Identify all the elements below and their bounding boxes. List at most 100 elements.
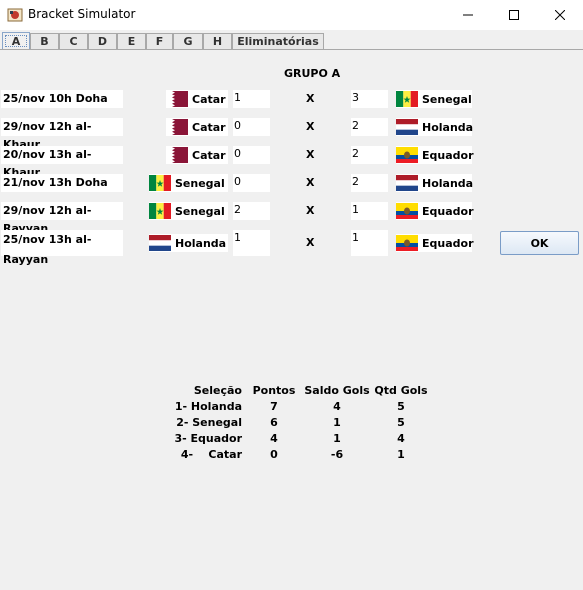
table-row: 3- Equador 4 1 4	[160, 430, 430, 446]
col-header: Pontos	[252, 383, 296, 397]
goal-diff-cell: -6	[330, 447, 344, 461]
maximize-button[interactable]	[491, 0, 537, 30]
table-row: 1- Holanda 7 4 5	[160, 398, 430, 414]
tab-eliminatorias[interactable]: Eliminatórias	[232, 33, 324, 49]
away-team: Equador	[396, 202, 474, 220]
home-team: Catar	[166, 146, 228, 164]
home-team: Catar	[166, 118, 228, 136]
qatar-flag-icon	[166, 119, 188, 135]
home-score-input[interactable]: 0	[233, 174, 270, 192]
tab-c[interactable]: C	[59, 33, 88, 49]
home-team: Holanda	[149, 234, 228, 252]
standings-table: Seleção Pontos Saldo Gols Qtd Gols 1- Ho…	[160, 382, 430, 462]
col-header: Saldo Gols	[304, 383, 370, 397]
points-cell: 0	[270, 447, 278, 461]
tab-f[interactable]: F	[146, 33, 173, 49]
home-team: Senegal	[149, 174, 228, 192]
away-team-name: Holanda	[422, 176, 474, 190]
home-score-input[interactable]: 0	[233, 118, 270, 136]
team-cell: 3- Equador	[174, 431, 242, 445]
away-score-input[interactable]: 1	[351, 202, 388, 220]
tab-e[interactable]: E	[117, 33, 146, 49]
versus-label: X	[306, 92, 315, 105]
match-venue: 29/nov 12h al-Khaur	[1, 118, 123, 151]
senegal-flag-icon	[149, 203, 171, 219]
minimize-icon	[463, 14, 473, 16]
match-venue: 29/nov 12h al-Rayyan	[1, 202, 123, 235]
away-team-name: Holanda	[422, 120, 474, 134]
senegal-flag-icon	[396, 91, 418, 107]
away-team-name: Equador	[422, 148, 474, 162]
goals-cell: 5	[397, 415, 405, 429]
app-icon	[7, 8, 23, 22]
ecuador-flag-icon	[396, 147, 418, 163]
ecuador-flag-icon	[396, 203, 418, 219]
versus-label: X	[306, 120, 315, 133]
versus-label: X	[306, 148, 315, 161]
points-cell: 6	[270, 415, 278, 429]
away-score-input[interactable]: 1	[351, 230, 388, 256]
maximize-icon	[509, 10, 519, 20]
goal-diff-cell: 1	[333, 431, 341, 445]
versus-label: X	[306, 236, 315, 249]
tab-d[interactable]: D	[88, 33, 117, 49]
home-score-input[interactable]: 2	[233, 202, 270, 220]
ecuador-flag-icon	[396, 235, 418, 251]
home-team-name: Catar	[192, 120, 226, 134]
close-button[interactable]	[537, 0, 583, 30]
points-cell: 4	[270, 431, 278, 445]
away-team: Equador	[396, 146, 474, 164]
away-score-input[interactable]: 3	[351, 90, 388, 108]
match-venue: 20/nov 13h al-Khaur	[1, 146, 123, 179]
tab-b[interactable]: B	[30, 33, 59, 49]
away-score-input[interactable]: 2	[351, 146, 388, 164]
qatar-flag-icon	[166, 91, 188, 107]
col-header: Seleção	[193, 383, 242, 397]
home-team-name: Senegal	[175, 204, 225, 218]
close-icon	[555, 10, 565, 20]
netherlands-flag-icon	[396, 175, 418, 191]
goals-cell: 5	[397, 399, 405, 413]
match-venue: 25/nov 13h al-Rayyan	[1, 230, 123, 266]
table-row: 4- Catar 0 -6 1	[160, 446, 430, 462]
tab-h[interactable]: H	[203, 33, 232, 49]
tab-g[interactable]: G	[173, 33, 203, 49]
away-score-input[interactable]: 2	[351, 174, 388, 192]
goals-cell: 1	[397, 447, 405, 461]
table-row: 2- Senegal 6 1 5	[160, 414, 430, 430]
minimize-button[interactable]	[445, 0, 491, 30]
home-team: Senegal	[149, 202, 228, 220]
points-cell: 7	[270, 399, 278, 413]
goals-cell: 4	[397, 431, 405, 445]
standings-header: Seleção Pontos Saldo Gols Qtd Gols	[160, 382, 430, 398]
goal-diff-cell: 4	[333, 399, 341, 413]
col-header: Qtd Gols	[374, 383, 428, 397]
tab-divider	[0, 49, 583, 50]
qatar-flag-icon	[166, 147, 188, 163]
home-score-input[interactable]: 1	[233, 90, 270, 108]
team-cell: 1- Holanda	[174, 399, 242, 413]
away-team: Senegal	[396, 90, 472, 108]
match-venue: 21/nov 13h Doha	[1, 174, 123, 192]
home-team-name: Catar	[192, 148, 226, 162]
away-score-input[interactable]: 2	[351, 118, 388, 136]
away-team-name: Senegal	[422, 92, 472, 106]
home-score-input[interactable]: 0	[233, 146, 270, 164]
away-team: Holanda	[396, 118, 474, 136]
group-title: GRUPO A	[284, 67, 341, 80]
tab-a[interactable]: A	[2, 32, 30, 50]
match-venue: 25/nov 10h Doha	[1, 90, 123, 108]
away-team-name: Equador	[422, 204, 474, 218]
home-team-name: Senegal	[175, 176, 225, 190]
netherlands-flag-icon	[396, 119, 418, 135]
ok-button[interactable]: OK	[500, 231, 579, 255]
away-team: Equador	[396, 234, 474, 252]
window-title: Bracket Simulator	[28, 7, 136, 21]
team-cell: 4- Catar	[180, 447, 242, 461]
home-score-input[interactable]: 1	[233, 230, 270, 256]
netherlands-flag-icon	[149, 235, 171, 251]
away-team: Holanda	[396, 174, 474, 192]
home-team-name: Catar	[192, 92, 226, 106]
home-team-name: Holanda	[175, 236, 227, 250]
versus-label: X	[306, 204, 315, 217]
